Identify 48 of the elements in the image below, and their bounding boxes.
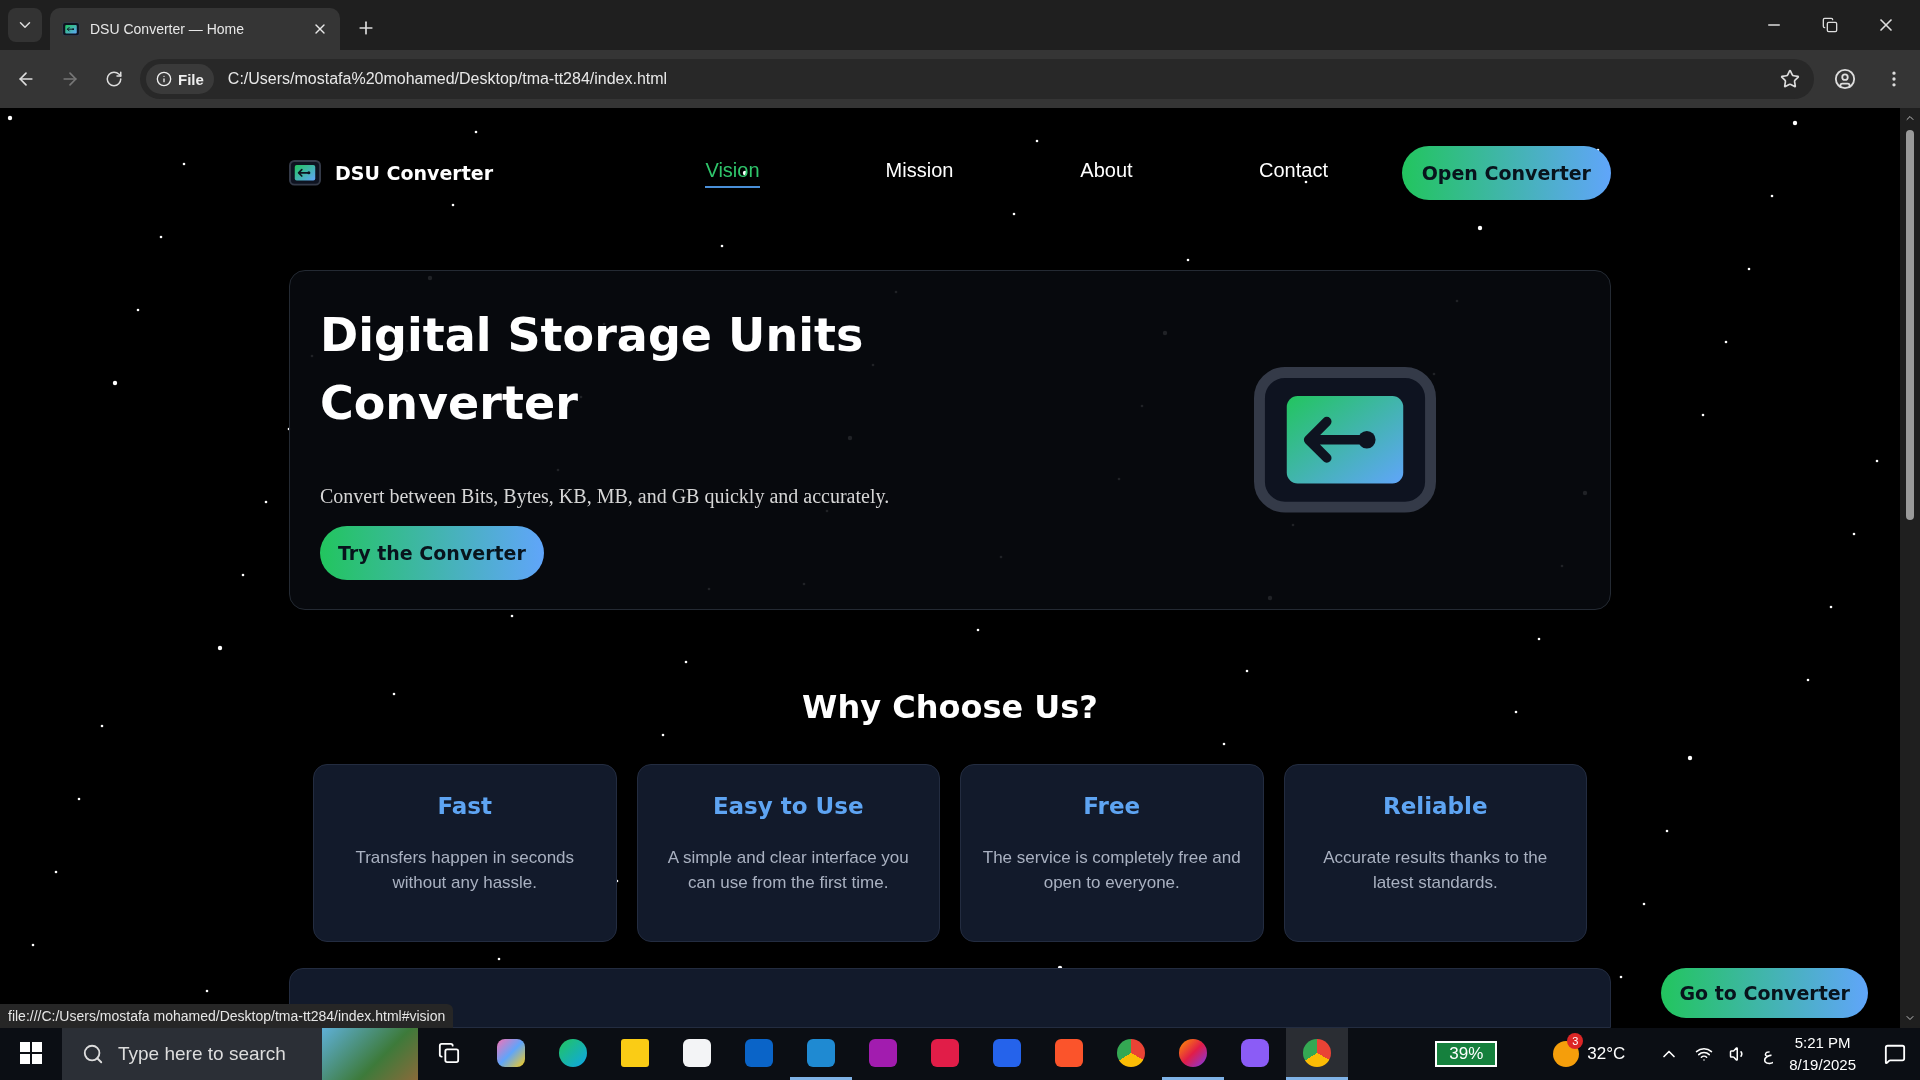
hero-title: Digital Storage Units Converter bbox=[320, 306, 865, 432]
link-status-tooltip: file:///C:/Users/mostafa mohamed/Desktop/tma-tt284/index.html#vision bbox=[0, 1004, 454, 1028]
restore-icon[interactable] bbox=[1822, 17, 1838, 33]
converter-logo-icon bbox=[1254, 367, 1436, 513]
profile-icon[interactable] bbox=[1834, 68, 1856, 90]
clock[interactable]: 5:21 PM 8/19/2025 bbox=[1789, 1032, 1856, 1076]
bookmark-star-icon[interactable] bbox=[1780, 69, 1800, 89]
browser-tab[interactable]: DSU Converter — Home bbox=[50, 8, 340, 50]
temperature[interactable]: 32°C bbox=[1587, 1044, 1626, 1064]
scrollbar[interactable] bbox=[1900, 108, 1920, 1028]
info-icon bbox=[156, 71, 172, 87]
feature-title: Free bbox=[1083, 793, 1141, 819]
windows-start-icon[interactable] bbox=[20, 1041, 42, 1064]
feature-title: Easy to Use bbox=[712, 793, 864, 819]
address-bar[interactable]: File C:/Users/mostafa%20mohamed/Desktop/tma-tt284/index.html bbox=[140, 59, 1814, 99]
notifications-icon[interactable] bbox=[1884, 1043, 1906, 1065]
converter-logo-icon bbox=[289, 160, 321, 186]
input-language[interactable]: ع bbox=[1763, 1043, 1774, 1065]
search-icon bbox=[82, 1043, 104, 1065]
tab-list-button[interactable] bbox=[8, 8, 42, 42]
hero-subtitle: Convert between Bits, Bytes, KB, MB, and GB quickly and accurately. bbox=[320, 484, 891, 508]
site-info-chip[interactable]: File bbox=[146, 64, 214, 94]
go-to-converter-button[interactable]: Go to Converter bbox=[1661, 968, 1868, 1018]
wifi-icon[interactable] bbox=[1695, 1045, 1714, 1063]
brand-name: DSU Converter bbox=[335, 162, 493, 184]
notification-badge: 3 bbox=[1567, 1033, 1584, 1049]
battery-indicator[interactable]: 39% bbox=[1435, 1041, 1498, 1067]
feature-description: Accurate results thanks to the latest standards. bbox=[1322, 847, 1549, 894]
nav-link[interactable]: Vision bbox=[639, 158, 826, 188]
nav-link[interactable]: Contact bbox=[1200, 158, 1387, 188]
chip-label: File bbox=[178, 70, 204, 88]
scrollbar-thumb[interactable] bbox=[1906, 130, 1914, 520]
search-placeholder: Type here to search bbox=[118, 1043, 286, 1065]
nav-link[interactable]: About bbox=[1013, 158, 1200, 188]
feature-title: Fast bbox=[437, 793, 493, 819]
section-heading: Why Choose Us? bbox=[801, 688, 1099, 726]
url-text: C:/Users/mostafa%20mohamed/Desktop/tma-tt284/index.html bbox=[227, 70, 669, 88]
open-converter-button[interactable]: Open Converter bbox=[1401, 146, 1611, 200]
taskbar-search-field[interactable]: Type here to search bbox=[62, 1028, 418, 1080]
converter-logo-icon bbox=[62, 21, 80, 37]
reload-icon[interactable] bbox=[105, 70, 123, 88]
tab-title: DSU Converter — Home bbox=[90, 21, 246, 37]
feature-title: Reliable bbox=[1382, 793, 1488, 819]
feature-description: A simple and clear interface you can use from the first time. bbox=[666, 847, 910, 894]
nav-link[interactable]: Mission bbox=[826, 158, 1013, 188]
try-converter-button[interactable]: Try the Converter bbox=[320, 525, 544, 580]
feature-description: The service is completely free and open to everyone. bbox=[981, 847, 1242, 894]
feature-description: Transfers happen in seconds without any hassle. bbox=[354, 847, 576, 894]
